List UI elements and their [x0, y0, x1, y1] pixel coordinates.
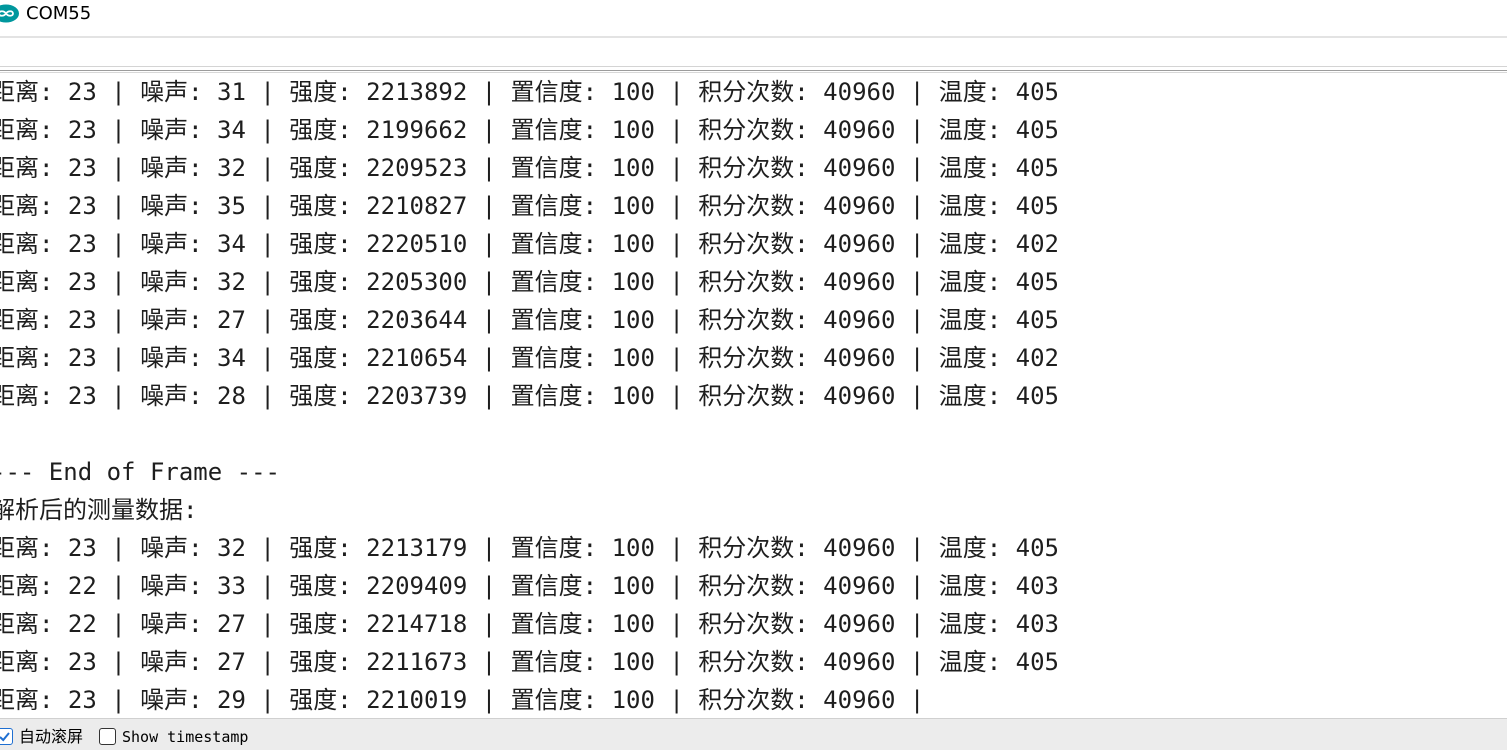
autoscroll-label[interactable]: 自动滚屏 [19, 727, 83, 747]
serial-output-pane[interactable]: 距离: 23 | 噪声: 31 | 强度: 2213892 | 置信度: 100… [0, 74, 1507, 718]
autoscroll-checkbox[interactable] [0, 728, 13, 745]
serial-line: 距离: 23 | 噪声: 34 | 强度: 2199662 | 置信度: 100… [0, 116, 1060, 144]
serial-line: 距离: 23 | 噪声: 32 | 强度: 2205300 | 置信度: 100… [0, 268, 1060, 296]
serial-line: 距离: 23 | 噪声: 27 | 强度: 2211673 | 置信度: 100… [0, 648, 1060, 676]
serial-line: 距离: 23 | 噪声: 29 | 强度: 2210019 | 置信度: 100… [0, 686, 925, 714]
serial-line: --- End of Frame --- [0, 458, 280, 486]
window-title: COM55 [26, 3, 92, 24]
serial-line: 距离: 23 | 噪声: 27 | 强度: 2203644 | 置信度: 100… [0, 306, 1060, 334]
status-footer: 自动滚屏 Show timestamp [0, 718, 1507, 750]
checkmark-icon [0, 732, 10, 742]
serial-line: 距离: 23 | 噪声: 31 | 强度: 2213892 | 置信度: 100… [0, 78, 1060, 106]
title-bar: COM55 [0, 0, 1507, 32]
show-timestamp-checkbox[interactable] [99, 728, 116, 745]
serial-line: 解析后的测量数据: [0, 496, 198, 524]
serial-line: 距离: 23 | 噪声: 32 | 强度: 2209523 | 置信度: 100… [0, 154, 1060, 182]
send-input[interactable] [0, 40, 1507, 67]
title-divider [0, 36, 1507, 38]
serial-line: 距离: 23 | 噪声: 28 | 强度: 2203739 | 置信度: 100… [0, 382, 1060, 410]
show-timestamp-label[interactable]: Show timestamp [122, 727, 248, 747]
serial-line: 距离: 22 | 噪声: 33 | 强度: 2209409 | 置信度: 100… [0, 572, 1060, 600]
serial-line: 距离: 23 | 噪声: 34 | 强度: 2220510 | 置信度: 100… [0, 230, 1060, 258]
arduino-infinity-icon [0, 4, 19, 23]
serial-line: 距离: 23 | 噪声: 32 | 强度: 2213179 | 置信度: 100… [0, 534, 1060, 562]
serial-line: 距离: 22 | 噪声: 27 | 强度: 2214718 | 置信度: 100… [0, 610, 1060, 638]
serial-line: 距离: 23 | 噪声: 34 | 强度: 2210654 | 置信度: 100… [0, 344, 1060, 372]
serial-line: 距离: 23 | 噪声: 35 | 强度: 2210827 | 置信度: 100… [0, 192, 1060, 220]
output-divider [0, 70, 1507, 73]
